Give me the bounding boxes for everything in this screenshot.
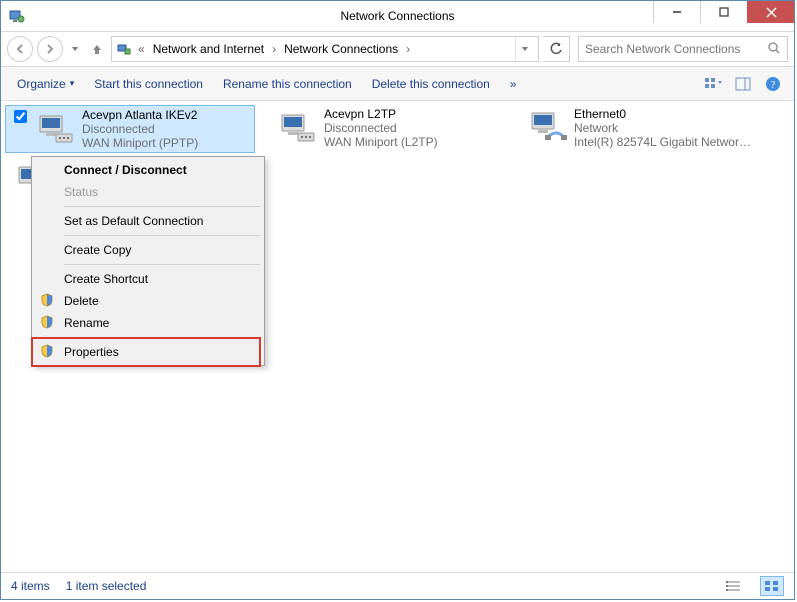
connection-item[interactable]: Ethernet0 Network Intel(R) 82574L Gigabi… [505,105,755,153]
recent-dropdown[interactable] [67,41,83,57]
connection-device: Intel(R) 82574L Gigabit Network C... [574,135,751,149]
connection-status: Network [574,121,751,135]
chevron-right-icon[interactable]: › [404,42,412,56]
chevron-down-icon: ▾ [70,78,75,89]
menu-separator [64,235,260,236]
navigation-bar: « Network and Internet › Network Connect… [1,32,794,67]
menu-connect-disconnect[interactable]: Connect / Disconnect [34,159,262,181]
modem-icon [36,108,76,148]
connection-text: Acevpn L2TP Disconnected WAN Miniport (L… [324,107,501,149]
back-button[interactable] [7,36,33,62]
connection-device: WAN Miniport (PPTP) [82,136,250,150]
menu-separator [64,337,260,338]
view-options-button[interactable] [700,72,726,96]
menu-create-shortcut[interactable]: Create Shortcut [34,268,262,290]
breadcrumb-item[interactable]: Network Connections [282,42,400,56]
connection-item[interactable]: Acevpn L2TP Disconnected WAN Miniport (L… [255,105,505,153]
address-dropdown[interactable] [515,38,534,60]
window-frame: Network Connections [0,0,795,600]
status-count: 4 items [11,579,50,593]
app-icon [9,8,25,24]
connection-text: Acevpn Atlanta IKEv2 Disconnected WAN Mi… [82,108,250,150]
connection-list: Acevpn Atlanta IKEv2 Disconnected WAN Mi… [1,101,794,157]
menu-set-default[interactable]: Set as Default Connection [34,210,262,232]
delete-connection-button[interactable]: Delete this connection [364,73,498,95]
chevron-right-icon[interactable]: › [270,42,278,56]
status-selected: 1 item selected [66,579,147,593]
details-view-button[interactable] [722,577,744,595]
title-bar: Network Connections [1,1,794,32]
menu-delete-label: Delete [64,294,99,308]
location-icon [116,41,132,57]
menu-properties[interactable]: Properties [34,341,262,363]
maximize-button[interactable] [700,1,747,23]
content-pane[interactable]: Acevpn Atlanta IKEv2 Disconnected WAN Mi… [1,101,794,572]
overflow-button[interactable]: » [502,73,525,95]
svg-text:?: ? [771,79,776,91]
minimize-button[interactable] [653,1,700,23]
connection-name: Ethernet0 [574,107,751,121]
shield-icon [40,344,56,360]
command-bar: Organize ▾ Start this connection Rename … [1,67,794,101]
breadcrumb-item[interactable]: Network and Internet [151,42,266,56]
forward-button[interactable] [37,36,63,62]
ethernet-icon [528,107,568,147]
rename-connection-button[interactable]: Rename this connection [215,73,360,95]
menu-delete[interactable]: Delete [34,290,262,312]
search-icon[interactable] [767,41,783,58]
refresh-button[interactable] [543,36,570,62]
shield-icon [40,315,56,331]
large-icons-view-button[interactable] [760,576,784,596]
connection-device: WAN Miniport (L2TP) [324,135,501,149]
menu-separator [64,264,260,265]
window-controls [653,1,794,23]
connection-status: Disconnected [324,121,501,135]
item-checkbox[interactable] [14,110,27,123]
menu-status: Status [34,181,262,203]
menu-separator [64,206,260,207]
menu-create-copy[interactable]: Create Copy [34,239,262,261]
connection-name: Acevpn Atlanta IKEv2 [82,108,250,122]
status-bar: 4 items 1 item selected [1,572,794,599]
context-menu: Connect / Disconnect Status Set as Defau… [31,156,265,366]
start-connection-button[interactable]: Start this connection [86,73,211,95]
shield-icon [40,293,56,309]
up-button[interactable] [87,41,107,57]
organize-button[interactable]: Organize ▾ [9,73,82,95]
organize-label: Organize [17,77,66,91]
menu-properties-label: Properties [64,345,119,359]
breadcrumb-prefix: « [136,42,147,56]
connection-status: Disconnected [82,122,250,136]
search-box[interactable] [578,36,788,62]
modem-icon [278,107,318,147]
connection-item[interactable]: Acevpn Atlanta IKEv2 Disconnected WAN Mi… [5,105,255,153]
connection-text: Ethernet0 Network Intel(R) 82574L Gigabi… [574,107,751,149]
close-button[interactable] [747,1,794,23]
search-input[interactable] [583,41,767,57]
connection-name: Acevpn L2TP [324,107,501,121]
menu-rename[interactable]: Rename [34,312,262,334]
menu-rename-label: Rename [64,316,109,330]
address-bar[interactable]: « Network and Internet › Network Connect… [111,36,539,62]
help-button[interactable]: ? [760,72,786,96]
preview-pane-button[interactable] [730,72,756,96]
